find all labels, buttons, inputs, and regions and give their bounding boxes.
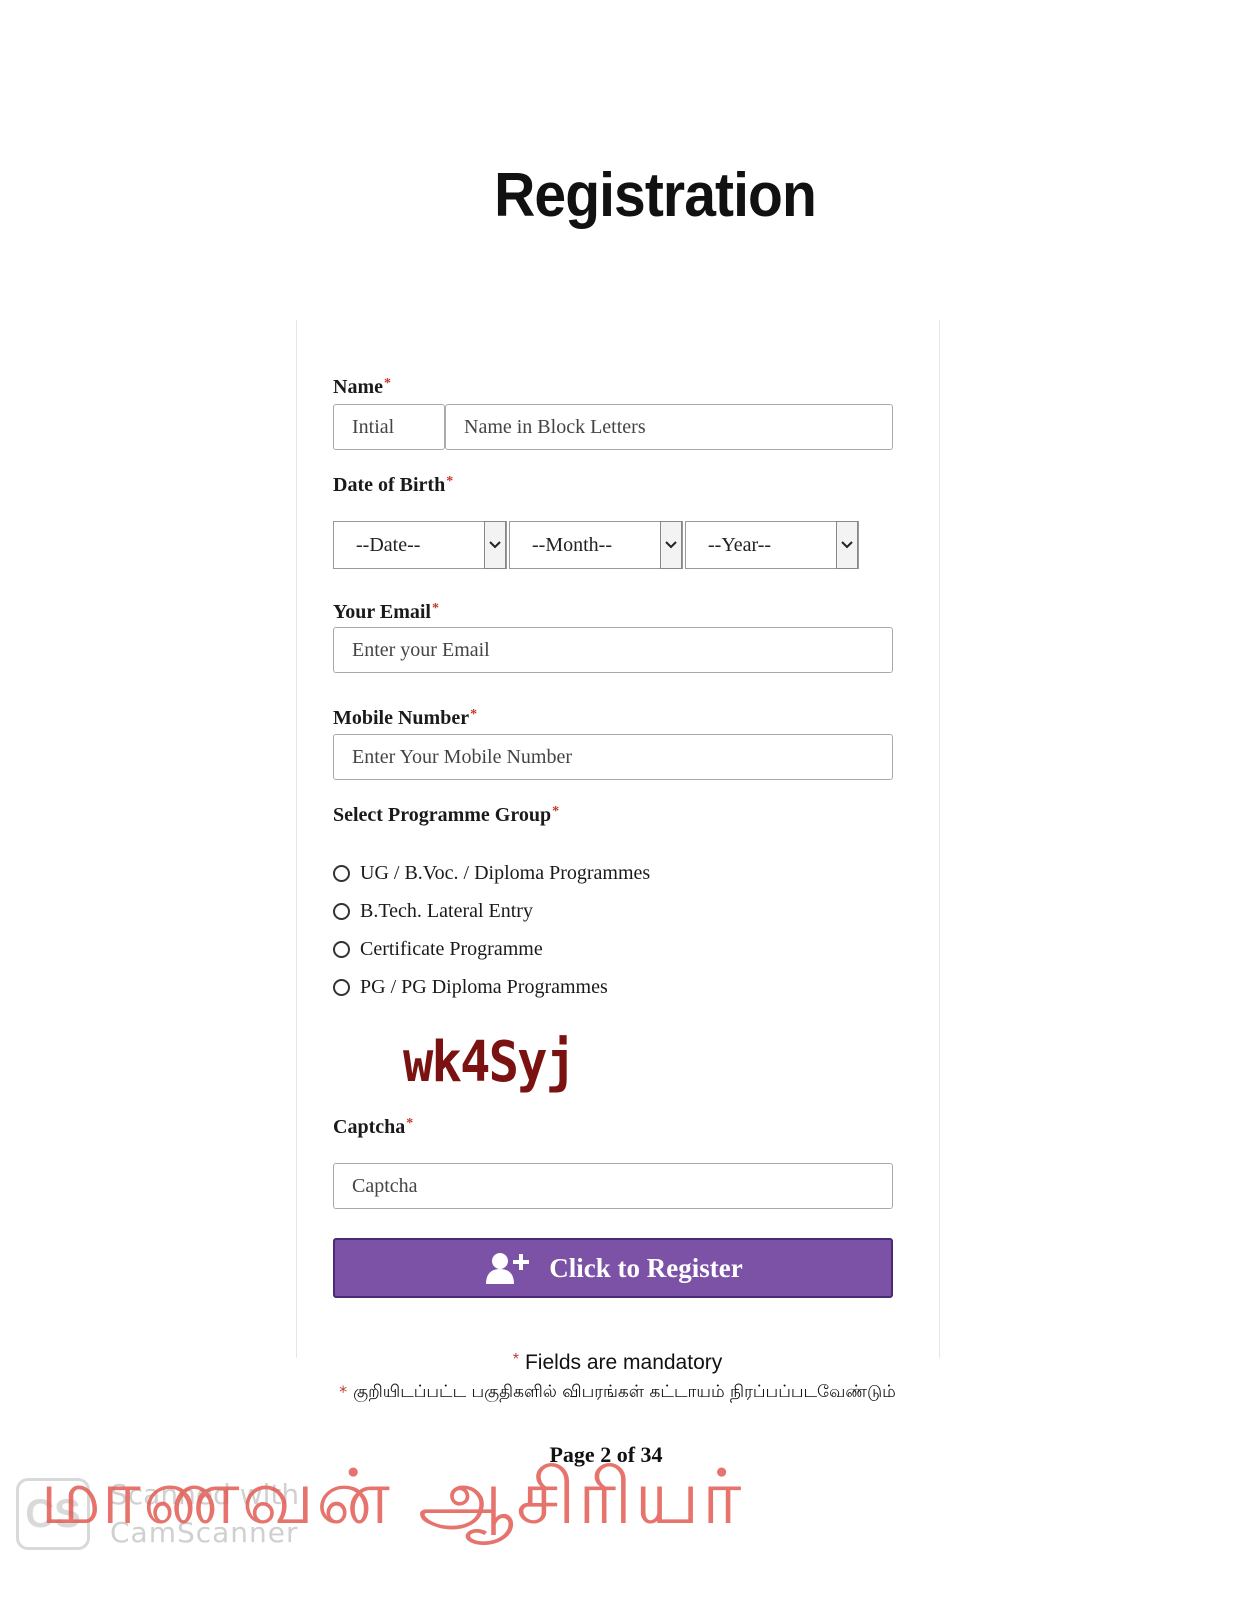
captcha-label: Captcha*	[333, 1116, 414, 1138]
required-mark: *	[446, 474, 454, 489]
required-mark: *	[383, 376, 391, 391]
chevron-down-icon[interactable]	[660, 521, 682, 569]
programme-option-certificate[interactable]: Certificate Programme	[333, 938, 543, 961]
email-input[interactable]: Enter your Email	[333, 627, 893, 673]
add-user-icon	[486, 1253, 530, 1284]
programme-option-label: UG / B.Voc. / Diploma Programmes	[360, 862, 651, 884]
chevron-down-icon[interactable]	[484, 521, 506, 569]
mobile-label: Mobile Number*	[333, 707, 478, 729]
register-button[interactable]: Click to Register	[333, 1238, 893, 1298]
dob-year-select[interactable]: --Year--	[685, 521, 859, 569]
dob-date-value: --Date--	[356, 534, 421, 556]
captcha-input[interactable]: Captcha	[333, 1163, 893, 1209]
programme-option-pg[interactable]: PG / PG Diploma Programmes	[333, 976, 608, 999]
dob-year-value: --Year--	[708, 534, 772, 556]
email-label: Your Email*	[333, 601, 439, 623]
dob-date-select[interactable]: --Date--	[333, 521, 507, 569]
mandatory-note: * Fields are mandatory	[512, 1351, 723, 1374]
programme-label: Select Programme Group*	[333, 804, 560, 826]
chevron-down-icon[interactable]	[836, 521, 858, 569]
required-mark: *	[552, 804, 560, 819]
radio-icon[interactable]	[333, 865, 350, 882]
radio-icon[interactable]	[333, 903, 350, 920]
required-mark: *	[470, 707, 478, 722]
name-input[interactable]: Name in Block Letters	[445, 404, 893, 450]
registration-form: Name* Intial Name in Block Letters Date …	[296, 320, 940, 1358]
programme-option-label: B.Tech. Lateral Entry	[360, 900, 533, 922]
name-label: Name*	[333, 376, 391, 398]
programme-option-label: PG / PG Diploma Programmes	[360, 976, 608, 998]
programme-option-ug[interactable]: UG / B.Voc. / Diploma Programmes	[333, 862, 650, 885]
mobile-input[interactable]: Enter Your Mobile Number	[333, 734, 893, 780]
initial-input[interactable]: Intial	[333, 404, 445, 450]
dob-month-select[interactable]: --Month--	[509, 521, 683, 569]
dob-label: Date of Birth*	[333, 474, 454, 496]
dob-month-value: --Month--	[532, 534, 612, 556]
required-mark: *	[339, 1382, 348, 1401]
programme-option-btech-lateral[interactable]: B.Tech. Lateral Entry	[333, 900, 533, 923]
mandatory-note-tamil: * குறியிடப்பட்ட பகுதிகளில் விபரங்கள் கட்ட…	[339, 1382, 896, 1402]
required-mark: *	[512, 1351, 519, 1368]
register-button-label: Click to Register	[549, 1252, 743, 1283]
programme-option-label: Certificate Programme	[360, 938, 543, 960]
required-mark: *	[406, 1116, 414, 1131]
tamil-watermark: மாணவன் ஆசிரியர்	[40, 1452, 744, 1541]
required-mark: *	[431, 601, 439, 616]
radio-icon[interactable]	[333, 979, 350, 996]
radio-icon[interactable]	[333, 941, 350, 958]
captcha-image: wk4Syj	[403, 1030, 576, 1095]
page-title: Registration	[494, 161, 817, 230]
